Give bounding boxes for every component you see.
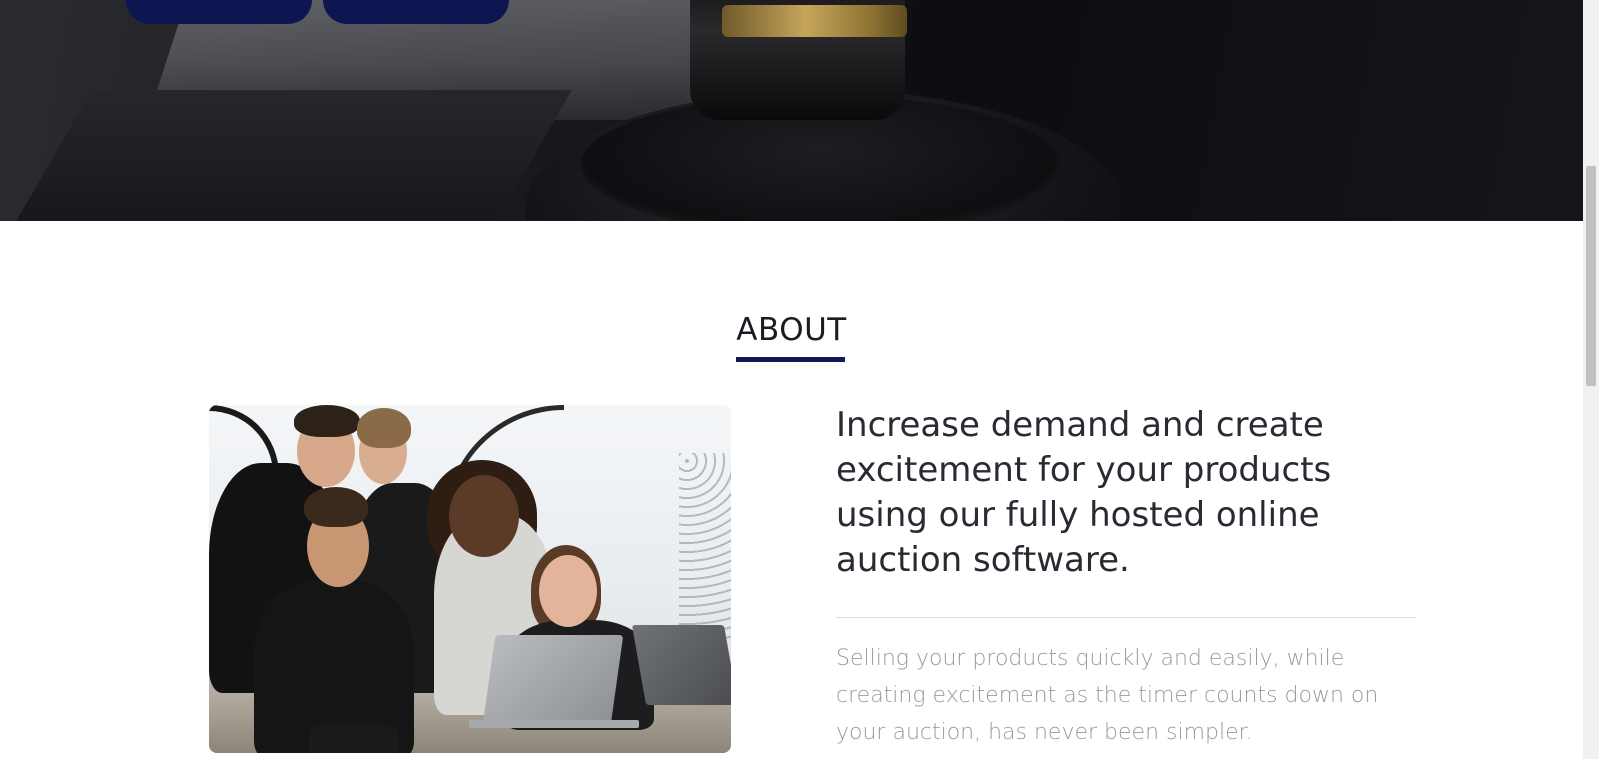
about-team-photo bbox=[209, 405, 731, 753]
photo-laptop-base bbox=[469, 720, 639, 728]
about-title-underline bbox=[736, 357, 845, 362]
scrollbar-thumb[interactable] bbox=[1586, 166, 1596, 386]
hero-secondary-button[interactable] bbox=[323, 0, 509, 24]
photo-wall-pattern bbox=[679, 453, 731, 643]
photo-camera bbox=[309, 725, 399, 753]
hero-sound-block bbox=[0, 90, 572, 221]
photo-laptop bbox=[482, 635, 624, 725]
hero-primary-button[interactable] bbox=[126, 0, 312, 24]
gavel-gold-ring bbox=[722, 5, 907, 37]
photo-laptop-2 bbox=[631, 625, 731, 705]
about-divider bbox=[836, 617, 1416, 618]
about-headline: Increase demand and create excitement fo… bbox=[836, 405, 1332, 580]
about-section-title: ABOUT bbox=[736, 312, 847, 348]
hero-banner-image bbox=[0, 0, 1583, 221]
about-body-text: Selling your products quickly and easily… bbox=[836, 646, 1379, 745]
page-scrollbar[interactable] bbox=[1583, 0, 1599, 759]
